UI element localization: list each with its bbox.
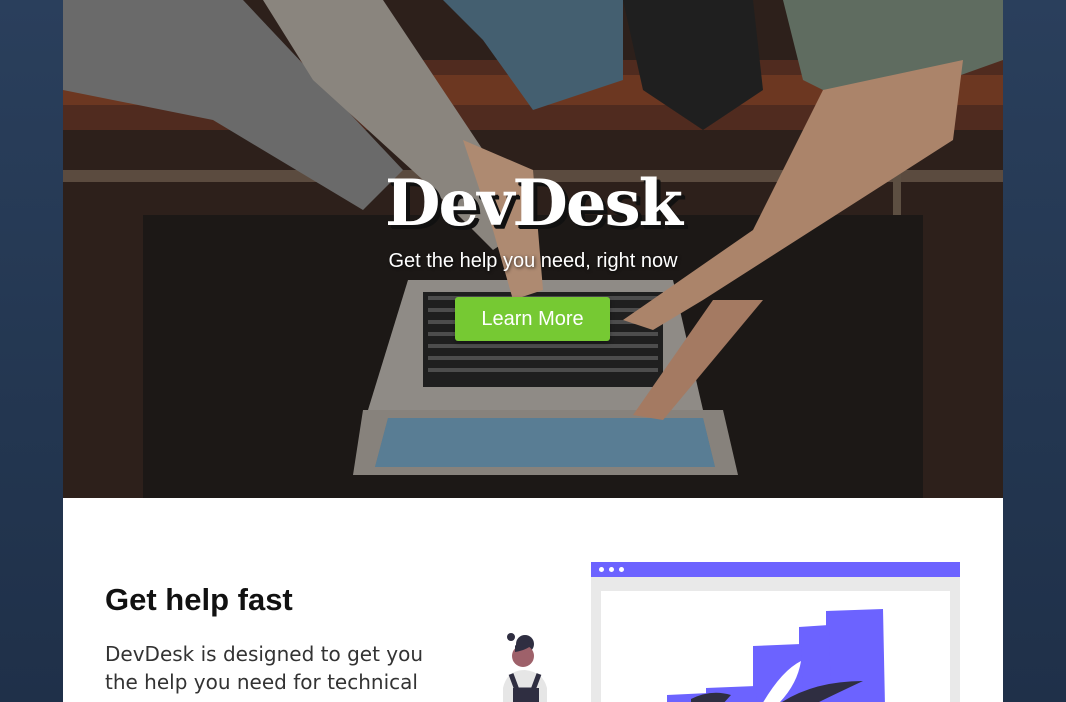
person-illustration bbox=[503, 633, 547, 702]
page-container: DevDesk Get the help you need, right now… bbox=[63, 0, 1003, 702]
illustration-canvas bbox=[601, 591, 950, 702]
window-dot bbox=[619, 567, 624, 572]
chart-illustration bbox=[667, 609, 885, 702]
feature-title: Get help fast bbox=[105, 582, 293, 617]
window-titlebar bbox=[591, 562, 960, 577]
brand-logo: DevDesk bbox=[385, 166, 683, 241]
feature-description: DevDesk is designed to get you the help … bbox=[105, 642, 424, 694]
hero-section: DevDesk Get the help you need, right now… bbox=[63, 0, 1003, 498]
hero-tagline: Get the help you need, right now bbox=[388, 250, 678, 272]
window-dot bbox=[609, 567, 614, 572]
hero-content: DevDesk Get the help you need, right now… bbox=[63, 0, 1003, 498]
window-dot bbox=[599, 567, 604, 572]
illustration-window bbox=[591, 562, 960, 702]
learn-more-button[interactable]: Learn More bbox=[455, 297, 610, 341]
